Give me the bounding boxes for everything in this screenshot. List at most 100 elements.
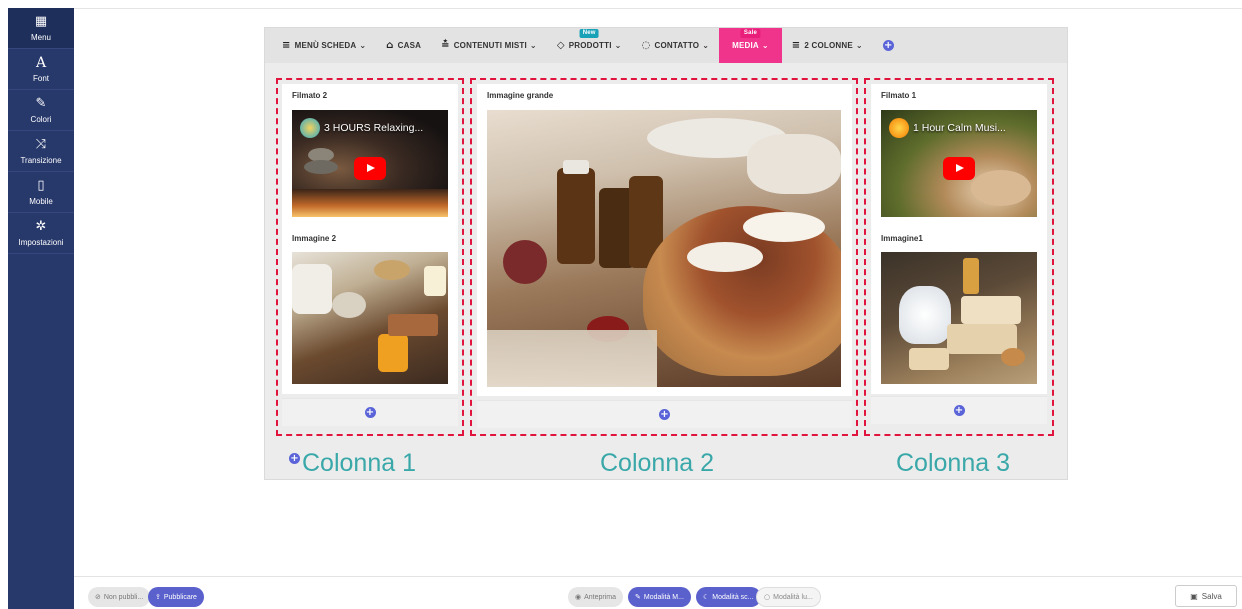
video-caption: 1 Hour Calm Musi... <box>913 122 1006 134</box>
preview-button[interactable]: ◉ Anteprima <box>568 587 624 607</box>
sidebar-item-impostazioni[interactable]: ✲ Impostazioni <box>8 213 74 254</box>
menu-item-2-colonne[interactable]: ≡ 2 COLONNE ⌄ <box>782 28 873 63</box>
publish-label: Pubblicare <box>163 593 197 601</box>
menu-item-prodotti[interactable]: New ◇ PRODOTTI ⌄ <box>547 28 632 63</box>
preview-label: Anteprima <box>584 593 617 601</box>
channel-avatar <box>889 118 909 138</box>
plus-icon: + <box>289 453 300 464</box>
chevron-down-icon: ⌄ <box>359 41 367 50</box>
menu-item-label: MENÙ SCHEDA <box>294 41 357 50</box>
mega-menu-bar: ≡ MENÙ SCHEDA ⌄ ⌂ CASA ≛ CONTENUTI MISTI… <box>265 28 1067 63</box>
pencil-icon: ✎ <box>635 593 641 601</box>
page-root: ▦ Menu A Font ✎ Colori ⤨ Transizione ▯ M… <box>0 0 1242 609</box>
video-block-title: Filmato 1 <box>881 91 917 100</box>
column-3-label: Colonna 3 <box>896 449 1010 477</box>
sun-icon: ○ <box>764 593 771 601</box>
sidebar-item-colori[interactable]: ✎ Colori <box>8 90 74 131</box>
play-icon[interactable] <box>354 156 386 180</box>
mode-dark-button[interactable]: ☾ Modalità sc... <box>696 587 761 607</box>
mode-light-button[interactable]: ○ Modalità lu... <box>756 587 821 607</box>
bars-icon: ≡ <box>282 40 291 51</box>
menu-item-casa[interactable]: ⌂ CASA <box>376 28 431 63</box>
plus-icon: + <box>882 40 894 51</box>
not-published-status: ⊘ Non pubbli... <box>88 587 151 607</box>
sidebar-item-label: Menu <box>30 32 51 42</box>
sidebar-item-label: Colori <box>30 114 52 124</box>
sidebar-item-label: Transizione <box>20 155 62 165</box>
bars-icon: ≡ <box>791 40 801 51</box>
image-block-title: Immagine 2 <box>292 234 337 243</box>
mode-edit-label: Modalità M... <box>643 593 684 601</box>
add-menu-item-button[interactable]: + <box>873 28 904 63</box>
menu-item-label: PRODOTTI <box>568 41 612 50</box>
video-block-title: Filmato 2 <box>292 91 328 100</box>
builder-canvas: ≡ MENÙ SCHEDA ⌄ ⌂ CASA ≛ CONTENUTI MISTI… <box>264 27 1068 480</box>
sidebar-item-font[interactable]: A Font <box>8 49 74 90</box>
publish-button[interactable]: ⇪ Pubblicare <box>148 587 204 607</box>
spa-products-image <box>292 252 448 384</box>
column-2-label: Colonna 2 <box>600 449 714 477</box>
brush-icon: ✎ <box>35 95 47 111</box>
grid-icon: ▦ <box>34 13 48 29</box>
column-2-add-block[interactable]: + <box>477 400 852 428</box>
save-label: Salva <box>1201 591 1222 601</box>
moon-icon: ☾ <box>703 593 710 601</box>
add-column-button[interactable]: + <box>289 453 300 464</box>
font-icon: A <box>35 54 47 71</box>
column-1-content: Filmato 2 3 HOURS Relaxing... Immagine 2 <box>282 84 458 394</box>
spa-candles-image <box>487 110 841 387</box>
menu-item-label: CONTATTO <box>654 41 700 50</box>
sidebar-item-transizione[interactable]: ⤨ Transizione <box>8 131 74 172</box>
chevron-down-icon: ⌄ <box>702 41 710 50</box>
home-icon: ⌂ <box>386 40 394 51</box>
new-badge: New <box>579 29 599 38</box>
gear-icon: ✲ <box>35 218 47 234</box>
column-1-label: Colonna 1 <box>302 449 416 477</box>
play-icon[interactable] <box>943 156 975 180</box>
chevron-down-icon: ⌄ <box>529 41 537 50</box>
floppy-icon: ▣ <box>1190 591 1198 601</box>
menu-item-label: CONTENUTI MISTI <box>453 41 527 50</box>
column-1-add-block[interactable]: + <box>282 398 458 426</box>
diamond-icon: ◇ <box>556 40 565 51</box>
menu-item-contenuti-misti[interactable]: ≛ CONTENUTI MISTI ⌄ <box>431 28 547 63</box>
sidebar-item-mobile[interactable]: ▯ Mobile <box>8 172 74 213</box>
chevron-down-icon: ⌄ <box>761 41 769 50</box>
menu-item-label: CASA <box>397 41 422 50</box>
shuffle-icon: ⤨ <box>35 136 47 152</box>
image-block-title: Immagine1 <box>881 234 923 243</box>
menu-item-label: MEDIA <box>732 41 759 50</box>
sale-badge: Sale <box>740 29 761 38</box>
sitemap-icon: ≛ <box>441 40 450 51</box>
menu-item-contatto[interactable]: ◌ CONTATTO ⌄ <box>632 28 720 63</box>
plus-icon: + <box>364 407 376 418</box>
plus-icon: + <box>659 409 670 420</box>
column-3-add-block[interactable]: + <box>871 396 1047 424</box>
status-label: Non pubbli... <box>103 593 144 601</box>
video-thumbnail-calm-music[interactable]: 1 Hour Calm Musi... <box>881 110 1037 217</box>
sidebar-item-menu[interactable]: ▦ Menu <box>8 8 74 49</box>
save-button[interactable]: ▣ Salva <box>1175 585 1237 607</box>
sidebar-item-label: Mobile <box>29 196 53 206</box>
plus-icon: + <box>953 405 965 416</box>
ban-icon: ⊘ <box>95 593 101 601</box>
top-divider <box>74 8 1242 9</box>
video-caption: 3 HOURS Relaxing... <box>324 122 424 134</box>
chevron-down-icon: ⌄ <box>855 41 863 50</box>
column-3-content: Filmato 1 1 Hour Calm Musi... Immagine1 <box>871 84 1047 394</box>
video-thumbnail-relaxing[interactable]: 3 HOURS Relaxing... <box>292 110 448 217</box>
eye-icon: ◉ <box>575 593 582 601</box>
menu-item-menu-scheda[interactable]: ≡ MENÙ SCHEDA ⌄ <box>272 28 376 63</box>
image-block-title: Immagine grande <box>487 91 554 100</box>
bottom-toolbar: ⊘ Non pubbli... ⇪ Pubblicare ◉ Anteprima… <box>74 576 1242 609</box>
mode-edit-button[interactable]: ✎ Modalità M... <box>628 587 691 607</box>
mode-dark-label: Modalità sc... <box>712 593 754 601</box>
mobile-icon: ▯ <box>37 177 45 193</box>
sidebar-item-label: Font <box>32 73 49 83</box>
comment-icon: ◌ <box>641 40 651 51</box>
channel-avatar <box>300 118 320 138</box>
menu-item-media[interactable]: Sale MEDIA ⌄ <box>719 28 782 63</box>
salt-soap-image <box>881 252 1037 384</box>
sidebar-item-label: Impostazioni <box>18 237 64 247</box>
chevron-down-icon: ⌄ <box>614 41 622 50</box>
